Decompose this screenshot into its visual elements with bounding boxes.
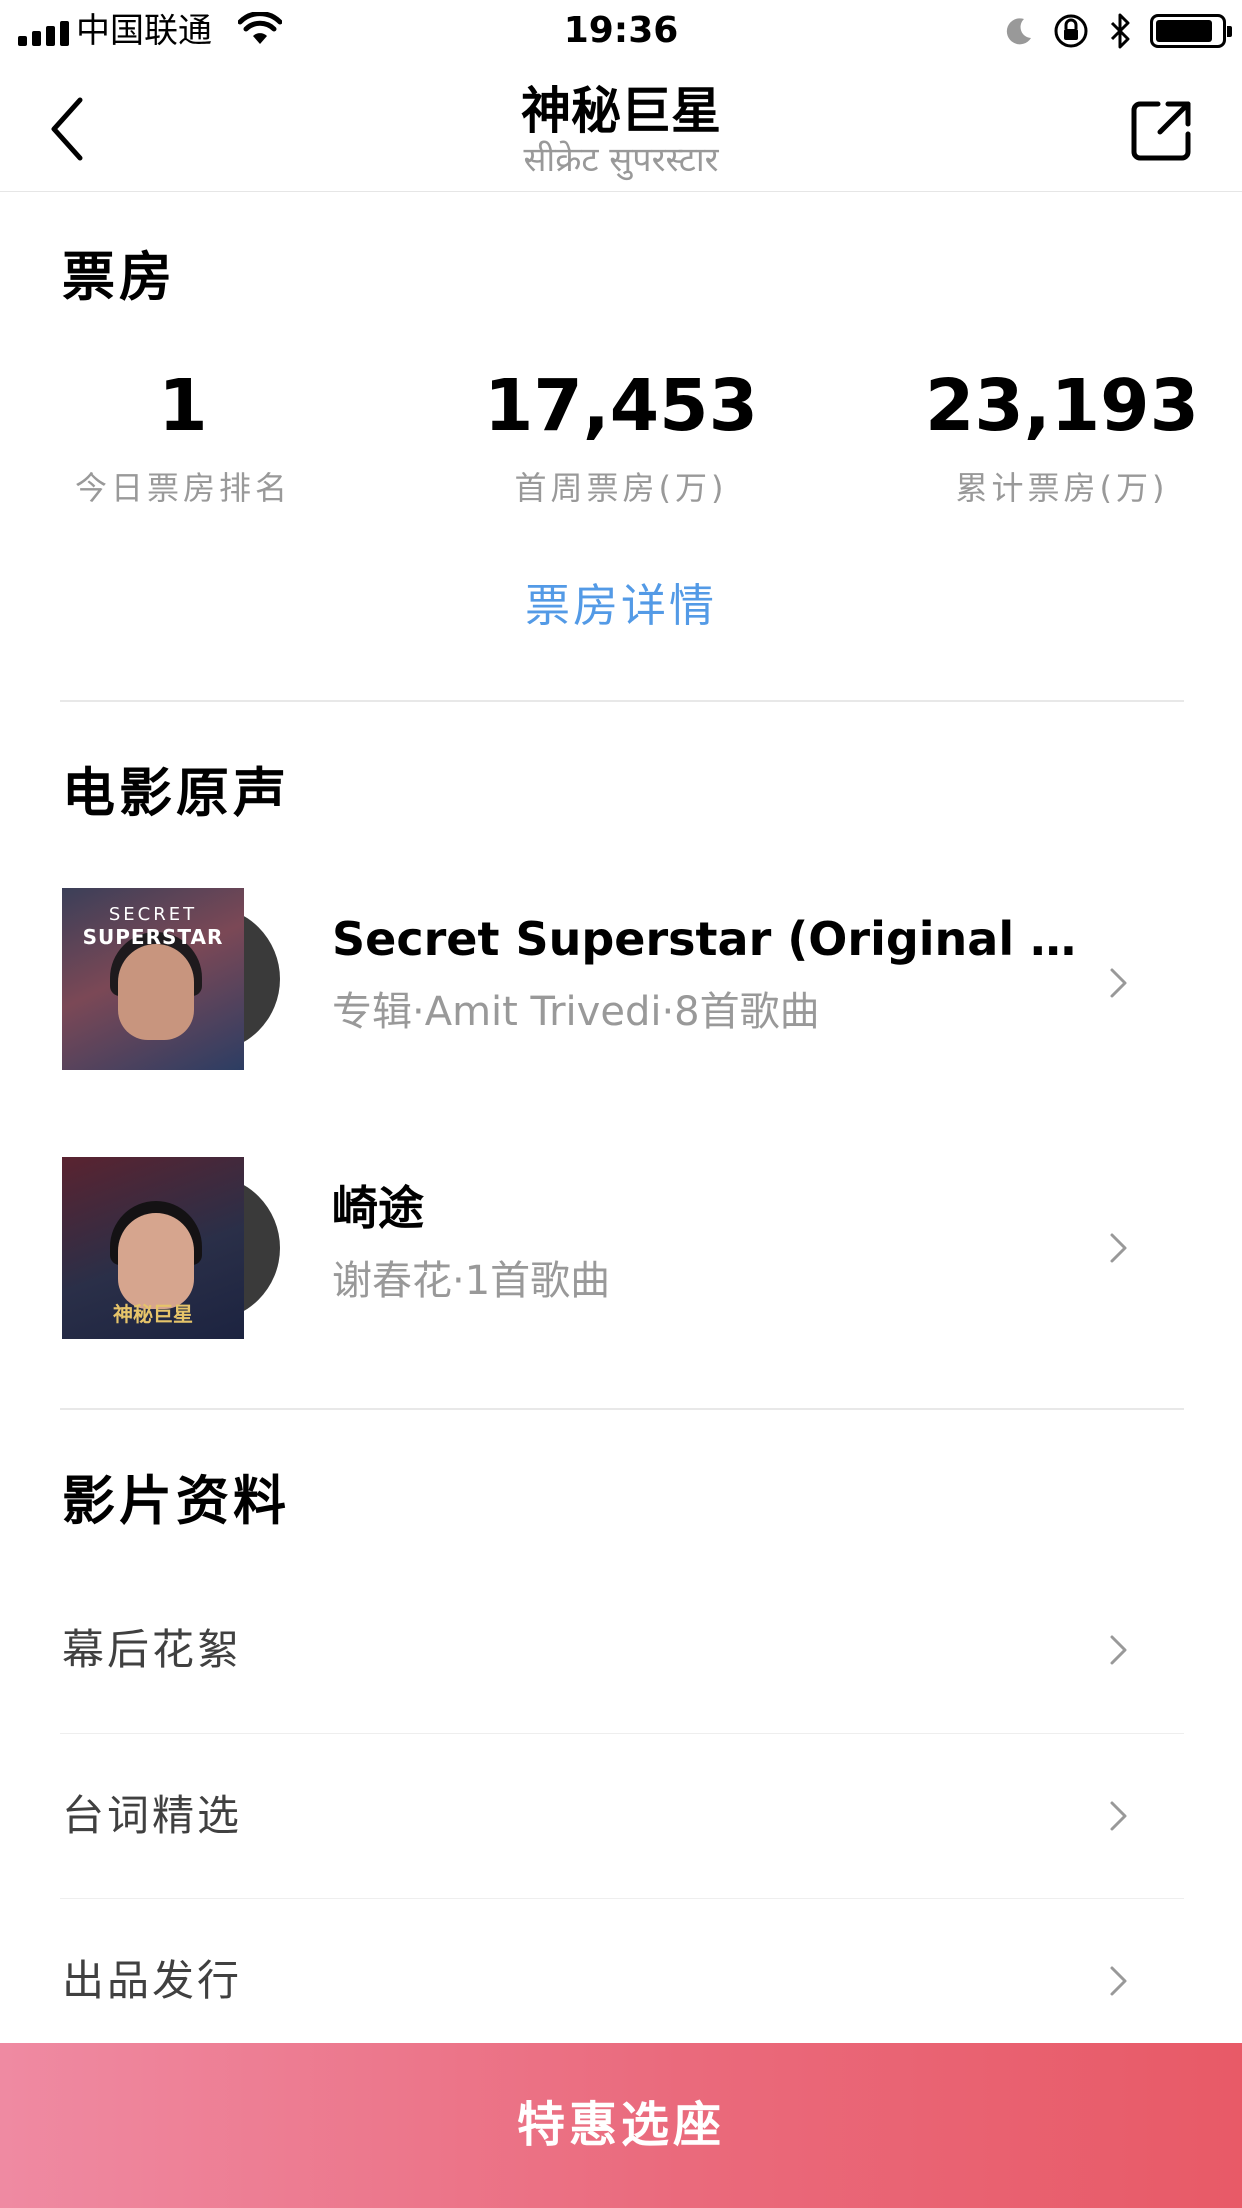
chevron-right-icon xyxy=(1110,1966,1127,1996)
album-cover-logo: 神秘巨星 xyxy=(113,1302,193,1326)
info-row-label: 出品发行 xyxy=(62,1956,243,2005)
film-info-title: 影片资料 xyxy=(62,1471,290,1532)
moon-icon xyxy=(1006,18,1031,45)
info-row-label: 幕后花絮 xyxy=(62,1625,243,1674)
page-subtitle: सीक्रेट सुपरस्टार xyxy=(523,140,719,180)
movie-detail-page: 中国联通 19:36 神秘巨星 सीक्रेट सुपरस्टार 票房 1 今… xyxy=(0,0,1242,2208)
share-icon[interactable] xyxy=(1130,98,1194,162)
page-title: 神秘巨星 xyxy=(521,82,721,140)
rotation-lock-icon xyxy=(1054,14,1088,48)
buy-seat-button[interactable]: 特惠选座 xyxy=(0,2043,1242,2208)
info-row-label: 台词精选 xyxy=(62,1791,243,1840)
status-bar: 中国联通 19:36 xyxy=(0,0,1242,62)
status-icons xyxy=(1004,12,1232,50)
bluetooth-icon xyxy=(1110,13,1130,49)
album-title: Secret Superstar (Original Motio... xyxy=(332,912,1102,966)
info-row-quotes[interactable]: 台词精选 xyxy=(0,1733,1242,1899)
stat-rank-label: 今日票房排名 xyxy=(74,469,291,507)
box-office-title: 票房 xyxy=(62,247,176,308)
chevron-right-icon xyxy=(1110,968,1127,998)
stat-first-week-label: 首周票房(万) xyxy=(514,469,728,507)
stat-total-value: 23,193 xyxy=(925,364,1199,447)
soundtrack-title: 电影原声 xyxy=(62,763,290,824)
buy-seat-label: 特惠选座 xyxy=(516,2097,725,2153)
info-row-distribution[interactable]: 出品发行 xyxy=(0,1898,1242,2064)
nav-bar: 神秘巨星 सीक्रेट सुपरस्टार xyxy=(0,62,1242,192)
album-subtitle: 谢春花·1首歌曲 xyxy=(332,1258,611,1304)
stat-rank-value: 1 xyxy=(158,364,208,447)
chevron-right-icon xyxy=(1110,1635,1127,1665)
chevron-right-icon xyxy=(1110,1801,1127,1831)
album-subtitle: 专辑·Amit Trivedi·8首歌曲 xyxy=(332,989,820,1035)
stat-total-label: 累计票房(万) xyxy=(955,469,1169,507)
album-cover-text: SECRET SUPERSTAR xyxy=(82,904,224,949)
section-divider xyxy=(60,1408,1184,1410)
chevron-right-icon xyxy=(1110,1233,1127,1263)
stat-first-week-value: 17,453 xyxy=(484,364,758,447)
album-item[interactable]: 神秘巨星 崎途 谢春花·1首歌曲 xyxy=(0,1157,1242,1357)
album-title: 崎途 xyxy=(332,1181,424,1235)
info-row-behind-scenes[interactable]: 幕后花絮 xyxy=(0,1567,1242,1733)
section-divider xyxy=(60,700,1184,702)
album-cover: SECRET SUPERSTAR xyxy=(62,888,244,1070)
album-cover: 神秘巨星 xyxy=(62,1157,244,1339)
album-item[interactable]: SECRET SUPERSTAR Secret Superstar (Origi… xyxy=(0,888,1242,1088)
box-office-detail-link[interactable]: 票房详情 xyxy=(0,576,1242,636)
battery-icon xyxy=(1150,14,1232,48)
